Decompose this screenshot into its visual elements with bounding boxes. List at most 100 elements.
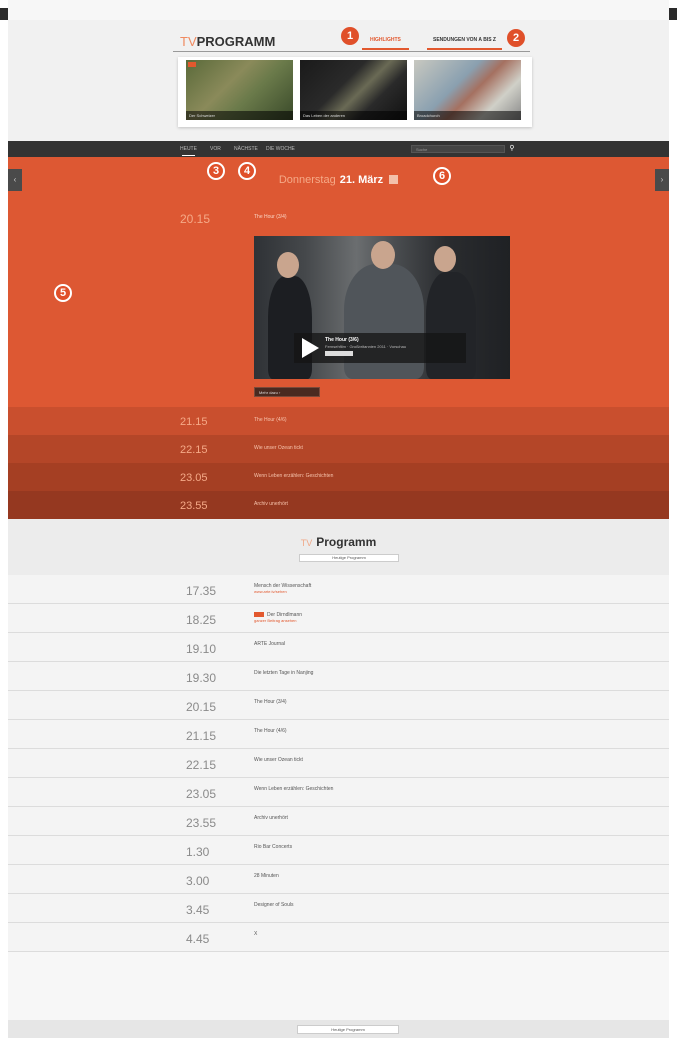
row-title: 28 Minuten [254, 873, 279, 879]
video-still [434, 246, 456, 272]
row-time: 23.05 [186, 787, 217, 801]
schedule-row[interactable]: 23.05 Wenn Leben erzählen: Geschichten [8, 463, 669, 491]
row-title: Archiv unerhört [254, 501, 288, 507]
thumb-caption: Der Schweizer [186, 111, 293, 120]
row-title: ARTE Journal [254, 641, 286, 647]
programm-title-text: Programm [316, 535, 377, 549]
row-time: 4.45 [186, 932, 210, 946]
callout-marker: 5 [54, 284, 72, 302]
new-badge [188, 62, 196, 67]
programm-title: TV Programm [8, 535, 669, 549]
row-time: 19.30 [186, 671, 217, 685]
schedule-row[interactable]: 23.55 Archiv unerhört [8, 491, 669, 519]
thumb-caption: Broadchurch [414, 111, 521, 120]
nav-die-woche[interactable]: DIE WOCHE [266, 146, 295, 152]
row-time: 23.55 [180, 500, 208, 512]
live-badge [254, 612, 264, 618]
list-item[interactable]: 3.00 28 Minuten [8, 865, 669, 894]
callout-marker: 3 [207, 162, 225, 180]
list-item[interactable]: 17.35 Mensch der Wissenschaft www.arte.t… [8, 575, 669, 604]
featured-time: 20.15 [180, 212, 211, 226]
player-tag [325, 351, 353, 356]
list-item[interactable]: 18.25 Der Dirndlmann ganzer Beitrag anse… [8, 604, 669, 633]
list-item[interactable]: 4.45 X [8, 923, 669, 952]
title-text: PROGRAMM [196, 34, 276, 49]
schedule-row[interactable]: 22.15 Wie unser Ozean tickt [8, 435, 669, 463]
page-frame: TVPROGRAMM HIGHLIGHTS SENDUNGEN VON A BI… [8, 0, 669, 1038]
list-item[interactable]: 1.30 Rio Bar Concerts [8, 836, 669, 865]
header: TVPROGRAMM HIGHLIGHTS SENDUNGEN VON A BI… [8, 20, 669, 141]
list-item[interactable]: 22.15 Wie unser Ozean tickt [8, 749, 669, 778]
nav-heute[interactable]: HEUTE [180, 146, 197, 156]
nav-naechste[interactable]: NÄCHSTE [234, 146, 258, 152]
row-time: 22.15 [180, 444, 208, 456]
row-time: 1.30 [186, 845, 210, 859]
nav-vor[interactable]: VOR [210, 146, 221, 152]
weekday: Donnerstag [278, 174, 336, 186]
player-overlay: The Hour (3/6) Fernsehfilm · Großbritann… [294, 333, 466, 363]
footer-programm-select[interactable]: Heutige Programm [297, 1025, 399, 1034]
row-title: Designer of Souls [254, 902, 294, 908]
date-heading: Donnerstag 21. März [8, 174, 669, 186]
programm-select[interactable]: Heutige Programm [299, 554, 399, 562]
row-title: The Hour (3/4) [254, 699, 287, 705]
calendar-icon[interactable] [389, 175, 399, 184]
row-subtitle[interactable]: www.arte.tv/sehen [254, 589, 287, 594]
row-time: 21.15 [186, 729, 217, 743]
row-title: Die letzten Tage in Nanjing [254, 670, 314, 676]
row-time: 22.15 [186, 758, 217, 772]
tab-sendungen-a-z[interactable]: SENDUNGEN VON A BIS Z [427, 37, 502, 50]
row-title: X [254, 931, 258, 937]
footer-bar: Heutige Programm [8, 1020, 669, 1038]
video-still [268, 276, 312, 379]
row-title: Rio Bar Concerts [254, 844, 293, 850]
player-title: The Hour (3/6) [325, 337, 359, 343]
list-item[interactable]: 23.05 Wenn Leben erzählen: Geschichten [8, 778, 669, 807]
list-item[interactable]: 19.10 ARTE Journal [8, 633, 669, 662]
row-title: Archiv unerhört [254, 815, 288, 821]
day-navbar: HEUTE VOR NÄCHSTE DIE WOCHE Suche ⚲ [8, 141, 669, 157]
row-time: 23.05 [180, 472, 208, 484]
row-time: 20.15 [186, 700, 217, 714]
video-still [277, 252, 299, 278]
featured-day-panel: ‹ › Donnerstag 21. März 20.15 The Hour (3… [8, 157, 669, 407]
row-time: 21.15 [180, 416, 208, 428]
row-title: Wenn Leben erzählen: Geschichten [254, 473, 334, 479]
programm-header: TV Programm Heutige Programm [8, 519, 669, 575]
list-item[interactable]: 3.45 Designer of Souls [8, 894, 669, 923]
player-subtitle: Fernsehfilm · Großbritannien 2011 · Vors… [325, 344, 407, 349]
row-time: 23.55 [186, 816, 217, 830]
row-subtitle[interactable]: ganzer Beitrag ansehen [254, 618, 296, 623]
highlight-thumb[interactable]: Der Schweizer [186, 60, 293, 120]
row-time: 18.25 [186, 613, 217, 627]
tv-prefix: TV [300, 538, 313, 548]
list-item[interactable]: 20.15 The Hour (3/4) [8, 691, 669, 720]
featured-title[interactable]: The Hour (3/4) [254, 214, 287, 220]
date: 21. März [339, 174, 384, 186]
callout-marker: 2 [507, 29, 525, 47]
thumb-caption: Das Leben der anderen [300, 111, 407, 120]
row-time: 3.00 [186, 874, 210, 888]
callout-marker: 6 [433, 167, 451, 185]
highlight-thumb[interactable]: Broadchurch [414, 60, 521, 120]
tab-highlights[interactable]: HIGHLIGHTS [362, 37, 409, 50]
page-title: TVPROGRAMM [180, 34, 275, 49]
list-item[interactable]: 23.55 Archiv unerhört [8, 807, 669, 836]
tv-prefix: TV [180, 34, 197, 49]
search-input[interactable]: Suche [411, 145, 505, 153]
video-still [371, 241, 395, 269]
more-button[interactable]: Mehr dazu › [254, 387, 320, 397]
highlight-thumb[interactable]: Das Leben der anderen [300, 60, 407, 120]
row-title: Wie unser Ozean tickt [254, 757, 303, 763]
video-player[interactable]: The Hour (3/6) Fernsehfilm · Großbritann… [254, 236, 510, 379]
search-icon[interactable]: ⚲ [506, 144, 518, 154]
schedule-row[interactable]: 21.15 The Hour (4/6) [8, 407, 669, 435]
highlight-carousel: Der Schweizer Das Leben der anderen Broa… [178, 57, 532, 127]
row-title: Wie unser Ozean tickt [254, 445, 303, 451]
list-item[interactable]: 19.30 Die letzten Tage in Nanjing [8, 662, 669, 691]
callout-marker: 1 [341, 27, 359, 45]
play-icon[interactable] [302, 338, 319, 358]
row-time: 17.35 [186, 584, 217, 598]
list-item[interactable]: 21.15 The Hour (4/6) [8, 720, 669, 749]
row-title: The Hour (4/6) [254, 728, 287, 734]
